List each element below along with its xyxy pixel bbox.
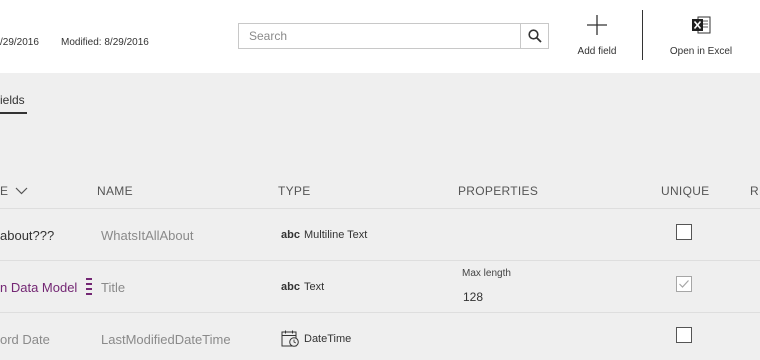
column-header-type[interactable]: TYPE [278,184,311,198]
column-header-properties[interactable]: PROPERTIES [458,184,538,198]
row-type-label: Multiline Text [303,229,368,241]
row-type: DateTime [281,330,351,348]
chevron-down-icon [15,187,28,195]
unique-checkbox[interactable] [676,224,692,240]
search-icon [527,29,542,43]
column-header-required[interactable]: RE [750,184,760,198]
text-type-icon: abc [281,281,300,293]
unique-checkbox[interactable] [676,327,692,343]
row-type: abc Multiline Text [281,229,367,241]
row-divider [0,260,760,261]
share-label: S [754,46,760,57]
text-type-icon: abc [281,229,300,241]
row-display-name[interactable]: ord Date [0,332,50,347]
row-type: abc Text [281,281,324,293]
row-display-name[interactable]: n Data Model [0,280,77,295]
excel-icon [692,16,711,34]
add-field-label: Add field [577,46,617,57]
column-header-name[interactable]: NAME [97,184,133,198]
column-header-display-name-label: E [0,184,9,198]
checkmark-icon [679,280,689,288]
row-divider [0,312,760,313]
row-name: LastModifiedDateTime [101,332,231,347]
command-bar: /29/2016 Modified: 8/29/2016 Add field [0,0,760,73]
unique-checkbox[interactable] [676,276,692,292]
tab-active-indicator [0,112,27,114]
property-label: Max length [462,268,511,279]
row-name: WhatsItAllAbout [101,228,194,243]
tab-fields[interactable]: ields [0,93,25,107]
add-field-button[interactable]: Add field [571,12,623,62]
property-value: 128 [463,290,484,304]
search-box [238,23,549,49]
row-name: Title [101,280,126,295]
row-type-label: Text [303,281,325,293]
open-in-excel-button[interactable]: Open in Excel [666,12,736,62]
row-display-name[interactable]: about??? [0,228,54,243]
created-date: /29/2016 [0,37,39,48]
calendar-clock-icon [281,330,299,347]
open-in-excel-label: Open in Excel [669,46,733,57]
command-divider [642,10,643,60]
share-button[interactable]: S [754,12,760,62]
row-type-label: DateTime [304,333,352,345]
drag-handle-icon[interactable] [86,278,92,296]
row-divider [0,208,760,209]
search-button[interactable] [520,24,548,48]
plus-icon [587,15,607,35]
search-input[interactable] [239,24,521,48]
modified-date: Modified: 8/29/2016 [61,37,149,48]
column-header-display-name[interactable]: E [0,184,28,198]
column-header-unique[interactable]: UNIQUE [661,184,709,198]
